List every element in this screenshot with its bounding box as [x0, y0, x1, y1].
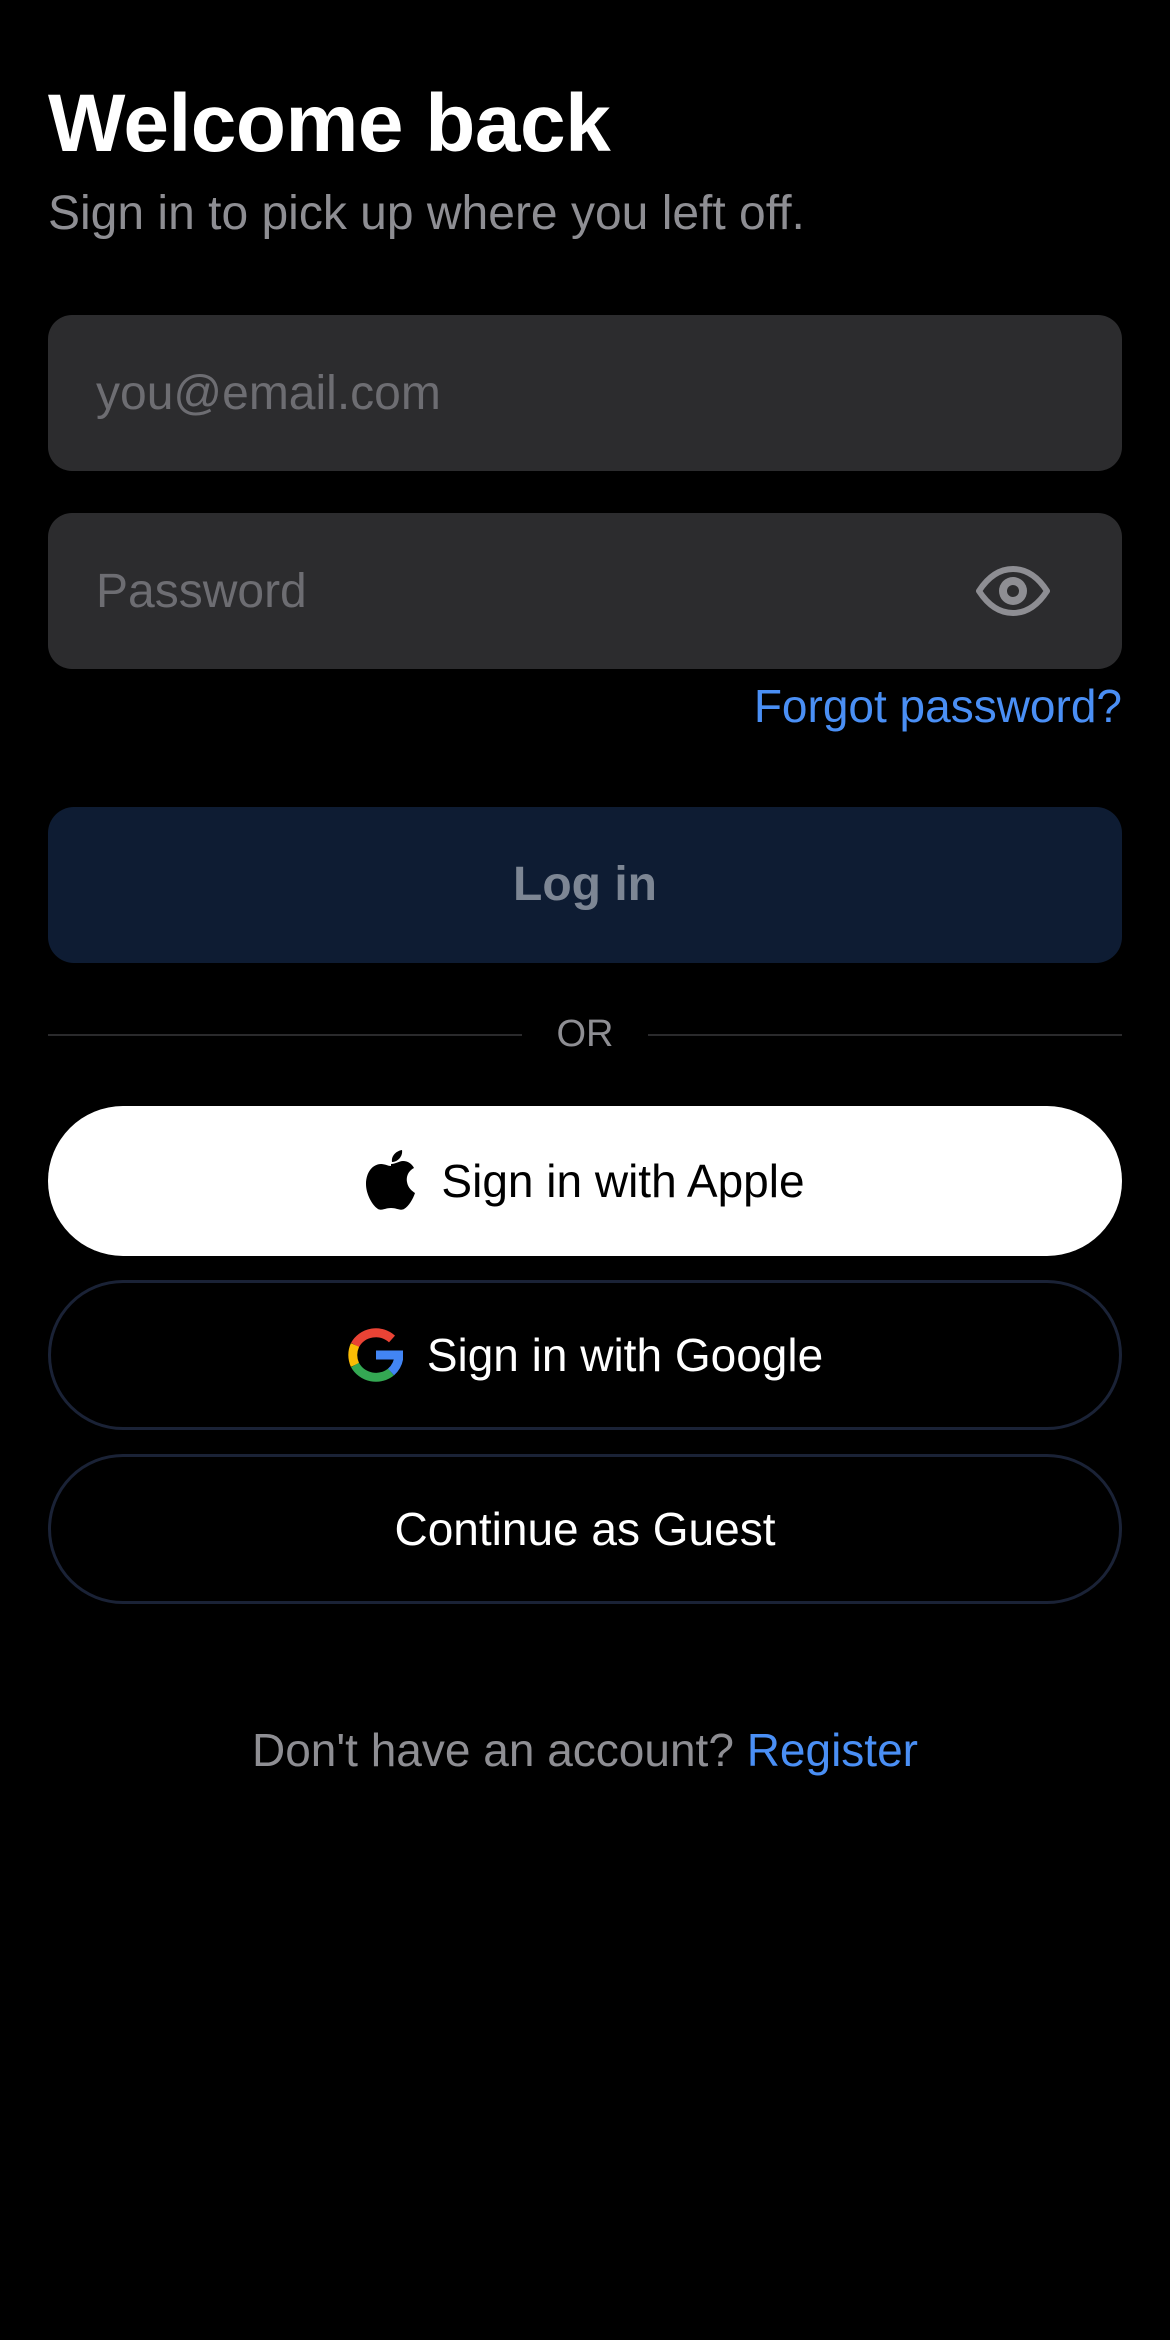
google-button-label: Sign in with Google	[426, 1329, 824, 1381]
login-button[interactable]: Log in	[48, 807, 1122, 963]
continue-as-guest-button[interactable]: Continue as Guest	[48, 1454, 1122, 1604]
sign-in-with-apple-button[interactable]: Sign in with Apple	[48, 1106, 1122, 1256]
email-field[interactable]	[96, 315, 956, 471]
divider-line-right	[648, 1034, 1122, 1036]
apple-logo-icon	[365, 1150, 417, 1212]
eye-icon	[976, 566, 1050, 616]
or-divider: OR	[48, 1010, 1122, 1058]
register-link[interactable]: Register	[747, 1724, 918, 1776]
password-field[interactable]	[96, 513, 956, 669]
register-prompt: Don't have an account? Register	[0, 1720, 1170, 1780]
sign-in-with-google-button[interactable]: Sign in with Google	[48, 1280, 1122, 1430]
show-password-toggle[interactable]	[976, 557, 1050, 625]
apple-button-label: Sign in with Apple	[441, 1155, 805, 1207]
password-field-container	[48, 513, 1122, 669]
guest-button-label: Continue as Guest	[394, 1503, 776, 1555]
page-title: Welcome back	[48, 78, 611, 169]
email-field-container	[48, 315, 1122, 471]
page-subtitle: Sign in to pick up where you left off.	[48, 187, 805, 240]
google-logo-icon	[347, 1327, 403, 1383]
register-prompt-text: Don't have an account?	[252, 1724, 734, 1776]
login-screen: Welcome back Sign in to pick up where yo…	[0, 0, 1170, 2340]
forgot-password-link[interactable]: Forgot password?	[754, 676, 1122, 736]
